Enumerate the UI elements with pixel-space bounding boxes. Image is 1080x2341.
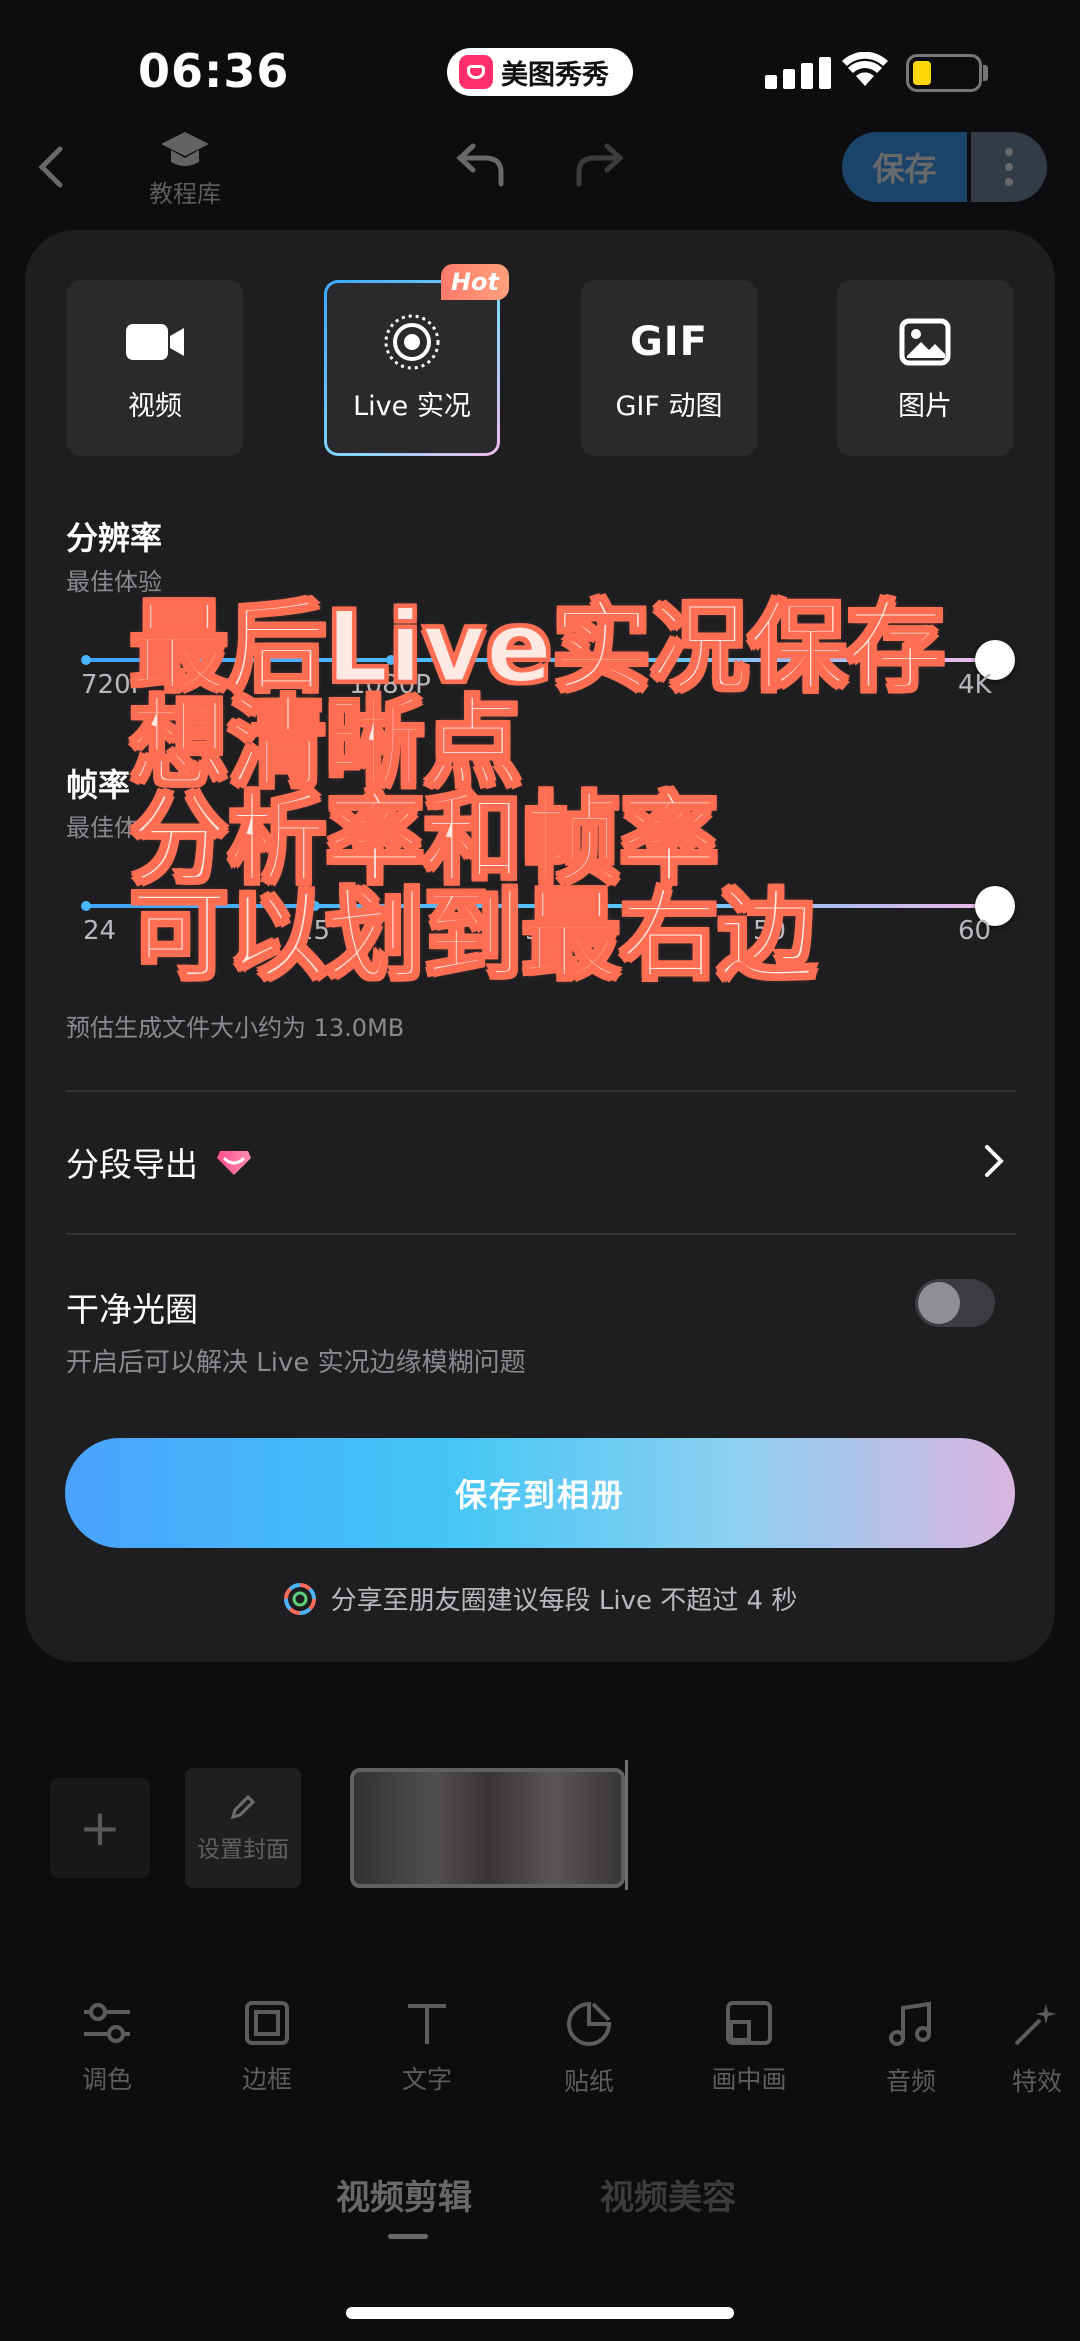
- caption-line: 分析率和帧率: [128, 783, 719, 897]
- tutorial-button[interactable]: 教程库: [130, 130, 240, 209]
- divider: [66, 1090, 1016, 1092]
- segment-export-row[interactable]: 分段导出: [66, 1130, 1016, 1194]
- editor-top-bar: 教程库 保存: [0, 120, 1080, 230]
- battery-cap: [983, 65, 988, 81]
- tool-sticker[interactable]: 贴纸: [534, 2000, 644, 2098]
- set-cover-button[interactable]: 设置封面: [185, 1768, 301, 1888]
- save-to-album-button[interactable]: 保存到相册: [65, 1438, 1015, 1548]
- playhead[interactable]: [625, 1760, 628, 1890]
- set-cover-label: 设置封面: [197, 1837, 289, 1863]
- timeline: + 设置封面: [0, 1760, 1080, 1890]
- add-clip-button[interactable]: +: [50, 1778, 150, 1878]
- app-pill-label: 美图秀秀: [501, 59, 609, 91]
- format-gif[interactable]: GIF GIF 动图: [581, 280, 757, 456]
- format-video[interactable]: 视频: [67, 280, 243, 456]
- save-top-button[interactable]: 保存: [842, 132, 967, 202]
- meitu-logo-icon: [459, 55, 493, 89]
- image-icon: [899, 314, 951, 370]
- slider-tick: [81, 655, 91, 665]
- active-tab-indicator: [388, 2234, 428, 2239]
- effects-wand-icon: [1014, 2004, 1056, 2046]
- tool-label: 贴纸: [563, 2067, 614, 2096]
- resolution-tick-label: 4K: [958, 670, 992, 700]
- tool-label: 特效: [1012, 2067, 1063, 2096]
- tool-label: 边框: [241, 2065, 292, 2094]
- share-tip-text: 分享至朋友圈建议每段 Live 不超过 4 秒: [330, 1586, 798, 1616]
- divider: [66, 1233, 1016, 1235]
- vip-diamond-icon: [216, 1147, 252, 1177]
- caption-line: 想清晰点: [128, 687, 523, 801]
- tutorial-label: 教程库: [149, 180, 221, 208]
- format-label: 视频: [128, 390, 182, 422]
- format-live[interactable]: Live 实况: [324, 280, 500, 456]
- overlay-caption: 最后Live实况保存 想清晰点 分析率和帧率 可以划到最右边: [128, 591, 945, 993]
- chevron-right-icon: [984, 1144, 1004, 1182]
- back-icon[interactable]: [38, 146, 64, 192]
- border-frame-icon: [245, 2001, 289, 2045]
- app-pill[interactable]: 美图秀秀: [447, 48, 633, 96]
- tool-pip[interactable]: 画中画: [694, 2000, 804, 2096]
- clean-halo-toggle[interactable]: [915, 1279, 995, 1327]
- pencil-icon: [230, 1794, 256, 1820]
- format-label: GIF 动图: [615, 390, 723, 422]
- tab-video-beauty[interactable]: 视频美容: [600, 2170, 736, 2219]
- tab-video-edit[interactable]: 视频剪辑: [336, 2170, 472, 2219]
- toggle-knob: [918, 1282, 960, 1324]
- tool-color[interactable]: 调色: [52, 2000, 162, 2096]
- frame-rate-tick-label: 60: [958, 916, 992, 946]
- file-size-estimate: 预估生成文件大小约为 13.0MB: [66, 1014, 405, 1042]
- tool-text[interactable]: 文字: [372, 2000, 482, 2096]
- format-label: Live 实况: [353, 390, 471, 422]
- slider-tick: [81, 901, 91, 911]
- clean-halo-description: 开启后可以解决 Live 实况边缘模糊问题: [66, 1348, 526, 1378]
- plus-icon: +: [79, 1799, 121, 1857]
- hot-badge: Hot: [441, 264, 509, 300]
- format-label: 图片: [898, 390, 952, 422]
- frame-rate-tick-label: 24: [83, 916, 117, 946]
- video-clip-thumbnail[interactable]: [350, 1768, 625, 1888]
- tool-label: 画中画: [711, 2065, 787, 2094]
- home-indicator: [346, 2307, 734, 2319]
- caption-line: 可以划到最右边: [128, 879, 817, 993]
- tool-audio[interactable]: 音频: [856, 2000, 966, 2098]
- edit-toolbar: 调色 边框 文字 贴纸 画中画 音频 特效: [0, 2000, 1080, 2120]
- wifi-icon: [842, 51, 888, 92]
- segment-export-label: 分段导出: [66, 1145, 198, 1184]
- resolution-title: 分辨率: [66, 519, 163, 557]
- gif-icon: GIF: [629, 318, 709, 365]
- graduation-cap-icon: [161, 132, 209, 166]
- frame-rate-title: 帧率: [66, 766, 131, 804]
- tool-effects[interactable]: 特效: [1012, 2000, 1080, 2098]
- live-photo-icon: [383, 314, 441, 370]
- tool-label: 调色: [81, 2065, 132, 2094]
- video-camera-icon: [126, 314, 184, 370]
- picture-in-picture-icon: [726, 2001, 772, 2045]
- tool-border[interactable]: 边框: [212, 2000, 322, 2096]
- redo-icon[interactable]: [575, 142, 625, 192]
- text-t-icon: [408, 2004, 446, 2044]
- music-note-icon: [889, 2001, 931, 2046]
- format-image[interactable]: 图片: [837, 280, 1013, 456]
- undo-icon[interactable]: [455, 142, 505, 192]
- sticker-icon: [567, 2001, 612, 2046]
- share-tip: 分享至朋友圈建议每段 Live 不超过 4 秒: [25, 1580, 1055, 1617]
- tool-label: 音频: [885, 2067, 936, 2096]
- battery-icon: [906, 54, 982, 92]
- moments-icon: [283, 1582, 317, 1616]
- clean-halo-label: 干净光圈: [66, 1290, 198, 1329]
- tool-label: 文字: [401, 2065, 452, 2094]
- adjust-sliders-icon: [84, 2003, 130, 2043]
- more-options-icon[interactable]: [971, 132, 1047, 202]
- caption-line: 最后Live实况保存: [128, 591, 945, 705]
- status-time: 06:36: [138, 44, 290, 98]
- cellular-signal-icon: [765, 57, 831, 89]
